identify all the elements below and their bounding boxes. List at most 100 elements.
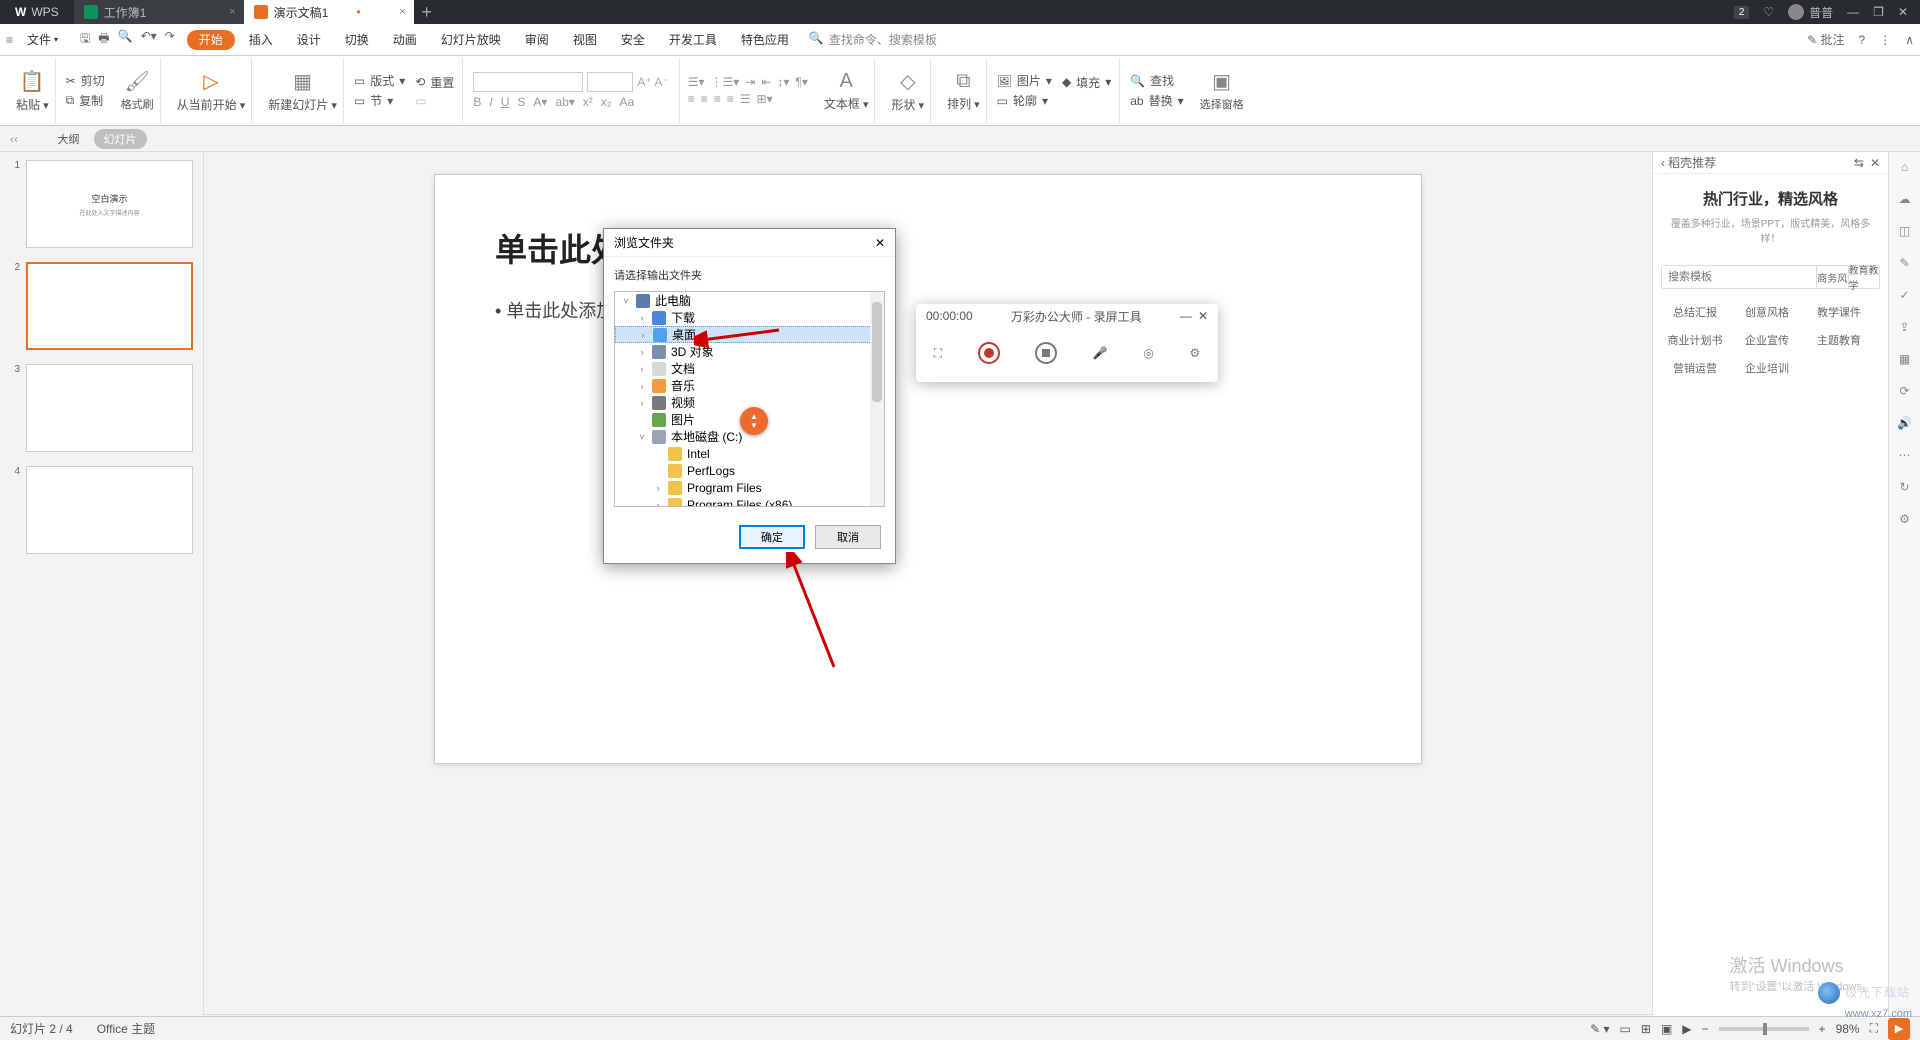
reset-button[interactable]: ⟲ 重置 [415,74,454,91]
menu-slideshow[interactable]: 幻灯片放映 [431,24,511,56]
notes-toggle[interactable]: ✎ ▾ [1590,1022,1609,1036]
ribbon-options-icon[interactable]: ⋮ [1879,33,1891,47]
mic-icon[interactable]: 🎤 [1093,346,1108,360]
tag[interactable]: 总结汇报 [1663,301,1727,323]
select-pane-button[interactable]: ▣选择窗格 [1194,58,1250,123]
shapes-button[interactable]: ◇形状 ▾ [885,58,931,123]
share-icon[interactable]: ⇪ [1899,320,1909,334]
highlight-button[interactable]: ab▾ [555,95,574,109]
copy-button[interactable]: ⧉ 复制 [66,92,105,109]
normal-view-icon[interactable]: ▭ [1620,1022,1631,1036]
panel-mode-icon[interactable]: ⇆ [1854,156,1864,170]
template-search-input[interactable] [1662,266,1816,288]
tree-node-desktop[interactable]: ›桌面 [615,326,884,343]
font-size-select[interactable] [587,72,633,92]
from-current-button[interactable]: ▷从当前开始 ▾ [171,58,253,123]
close-tab-icon[interactable]: × [229,6,235,18]
find-button[interactable]: 🔍 查找 [1130,72,1183,89]
tag[interactable]: 企业培训 [1735,357,1799,379]
slides-tab[interactable]: 幻灯片 [94,129,147,149]
tag[interactable]: 主题教育 [1807,329,1871,351]
section-button[interactable]: ▭ 节 ▾ [354,92,405,109]
region-select-icon[interactable]: ⛶ [934,346,942,361]
recorder-minimize-icon[interactable]: ― [1180,309,1192,323]
strike-button[interactable]: S [517,95,525,109]
play-button[interactable]: ▶ [1888,1018,1910,1040]
redo-icon[interactable]: ↷ [165,29,175,50]
zoom-in[interactable]: + [1819,1022,1826,1036]
menu-developer[interactable]: 开发工具 [659,24,727,56]
tag[interactable]: 企业宣传 [1735,329,1799,351]
maximize-icon[interactable]: ❐ [1873,5,1884,19]
outline-tab[interactable]: 大纲 [58,131,80,147]
close-tab-icon[interactable]: × [399,6,405,18]
reading-view-icon[interactable]: ▣ [1661,1022,1672,1036]
tag[interactable]: 教学课件 [1807,301,1871,323]
print-icon[interactable]: 🖶 [98,29,109,50]
tag[interactable]: 商业计划书 [1663,329,1727,351]
menu-review[interactable]: 审阅 [515,24,559,56]
search-tab-education[interactable]: 教育教学 [1848,266,1880,288]
menu-security[interactable]: 安全 [611,24,655,56]
template-icon[interactable]: ◫ [1899,224,1910,238]
annotate-button[interactable]: ✎ 批注 [1807,31,1844,48]
menu-special[interactable]: 特色应用 [731,24,799,56]
menu-animation[interactable]: 动画 [383,24,427,56]
tab-presentation[interactable]: 演示文稿1•× [244,0,414,24]
fit-icon[interactable]: ⛶ [1870,1021,1878,1036]
textbox-button[interactable]: A文本框 ▾ [818,58,876,123]
cut-button[interactable]: ✂ 剪切 [66,72,105,89]
template-search[interactable]: 商务风 教育教学 [1661,265,1880,289]
arrange-button[interactable]: ⧉排列 ▾ [941,58,987,123]
tag[interactable]: 创意风格 [1735,301,1799,323]
menu-design[interactable]: 设计 [287,24,331,56]
command-search[interactable]: 🔍查找命令、搜索模板 [809,31,937,48]
align-left[interactable]: ≡ [688,92,695,106]
menu-insert[interactable]: 插入 [239,24,283,56]
pin-icon[interactable]: ♡ [1763,5,1774,19]
layout-button[interactable]: ▭ 版式 ▾ [354,72,405,89]
settings-icon[interactable]: ⚙ [1899,512,1910,526]
picture-button[interactable]: 🖼 图片 ▾ [997,72,1052,89]
comment-icon[interactable]: ✎ [1899,256,1909,270]
undo-icon[interactable]: ↶▾ [141,29,157,50]
tag[interactable]: 营销运营 [1663,357,1727,379]
thumbnail-2[interactable]: 2 [10,262,193,350]
zoom-out[interactable]: − [1702,1022,1709,1036]
history-icon[interactable]: ↻ [1899,480,1909,494]
task-icon[interactable]: ✓ [1899,288,1909,302]
bullets-button[interactable]: ☰▾ [688,75,705,89]
notification-badge[interactable]: 2 [1734,6,1750,19]
record-button[interactable] [978,342,1000,364]
recorder-settings-icon[interactable]: ⚙ [1189,346,1200,360]
replace-button[interactable]: ab 替换 ▾ [1130,92,1183,109]
user-account[interactable]: 普普 [1788,4,1833,21]
menu-view[interactable]: 视图 [563,24,607,56]
app-menu-icon[interactable]: ≡ [6,33,13,47]
stop-button[interactable] [1035,342,1057,364]
format-painter[interactable]: 🖌格式刷 [115,58,161,123]
minimize-icon[interactable]: ― [1847,5,1859,19]
menu-start[interactable]: 开始 [187,30,235,50]
preview-icon[interactable]: 🔍 [118,29,133,50]
help-icon[interactable]: ? [1859,33,1866,47]
fill-button[interactable]: ◆ 填充 ▾ [1062,74,1111,91]
search-tab-business[interactable]: 商务风 [1816,266,1848,288]
slide[interactable]: 单击此处添加标题 单击此处添加文本 [434,174,1422,764]
italic-button[interactable]: I [489,95,492,109]
screen-recorder-window[interactable]: 00:00:00 万彩办公大师 - 录屏工具 ― ✕ ⛶ 🎤 ◎ ⚙ [916,304,1218,382]
thumbnail-1[interactable]: 1空白演示在此处入文字描述内容 [10,160,193,248]
zoom-level[interactable]: 98% [1836,1022,1860,1036]
menu-file[interactable]: 文件▾ [17,24,68,56]
new-slide-button[interactable]: ▦新建幻灯片 ▾ [262,58,344,123]
thumbnail-4[interactable]: 4 [10,466,193,554]
menu-transition[interactable]: 切换 [335,24,379,56]
properties-icon[interactable]: ▦ [1899,352,1910,366]
folder-tree[interactable]: ˅此电脑 ›下载 ›桌面 ›3D 对象 ›文档 ›音乐 ›视频 图片 ˅本地磁盘… [614,291,885,507]
sorter-view-icon[interactable]: ⊞ [1641,1022,1651,1036]
recorder-close-icon[interactable]: ✕ [1198,309,1208,323]
sync-icon[interactable]: ⟳ [1899,384,1909,398]
ok-button[interactable]: 确定 [739,525,805,549]
tab-workbook[interactable]: 工作簿1× [74,0,244,24]
add-tab-button[interactable]: + [414,2,440,23]
